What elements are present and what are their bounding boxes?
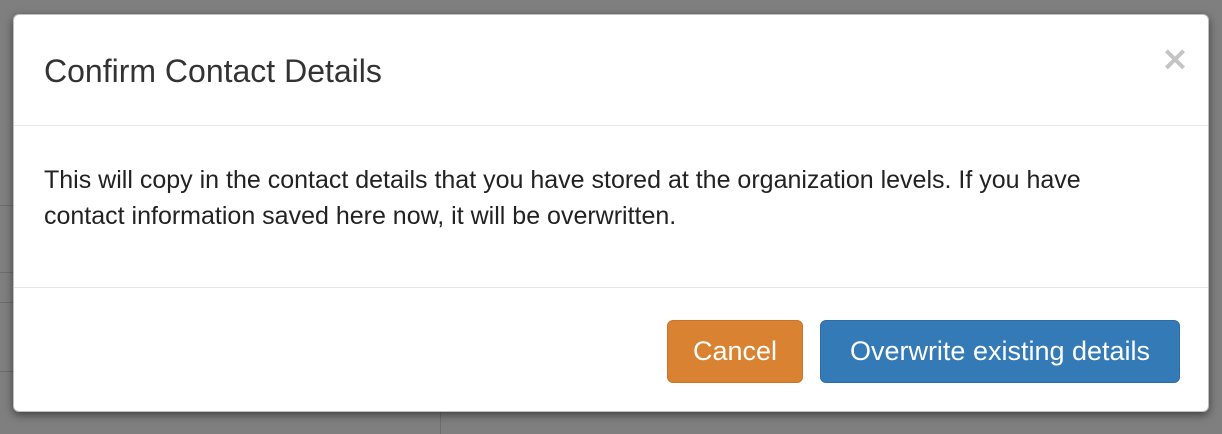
background-divider [0,205,13,206]
dialog-body: This will copy in the contact details th… [14,126,1208,288]
background-divider [440,412,441,434]
dialog-message: This will copy in the contact details th… [44,166,1081,230]
confirm-dialog: Confirm Contact Details × This will copy… [13,14,1209,412]
close-button[interactable]: × [1160,39,1190,79]
dialog-header: Confirm Contact Details × [14,15,1208,126]
dialog-title: Confirm Contact Details [44,53,382,89]
background-divider [0,371,13,372]
background-divider [0,302,13,303]
close-icon: × [1160,39,1190,79]
cancel-button[interactable]: Cancel [667,320,803,383]
background-divider [0,272,13,273]
overwrite-button[interactable]: Overwrite existing details [820,320,1180,383]
